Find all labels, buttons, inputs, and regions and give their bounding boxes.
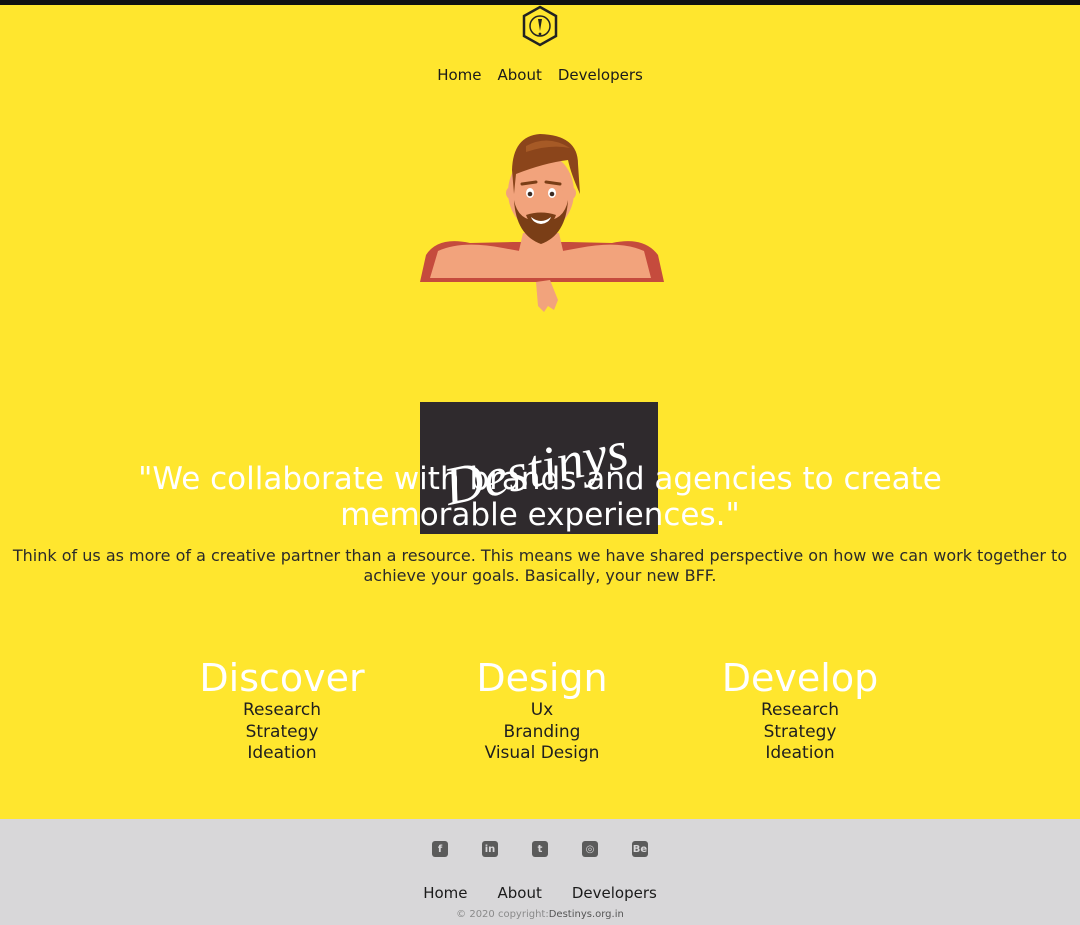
- service-item: Ideation: [247, 743, 317, 763]
- service-list: Research Strategy Ideation: [670, 700, 930, 765]
- copyright-prefix: © 2020 copyright:: [456, 909, 549, 920]
- service-list: Research Strategy Ideation: [152, 700, 412, 765]
- service-column-design: Design Ux Branding Visual Design: [412, 656, 672, 765]
- footer-developers-link[interactable]: Developers: [572, 884, 657, 902]
- service-item: Branding: [503, 721, 581, 742]
- service-title: Discover: [199, 656, 365, 700]
- behance-icon[interactable]: Be: [632, 841, 648, 857]
- service-item: Research: [243, 700, 321, 720]
- logo-icon[interactable]: [520, 5, 560, 47]
- facebook-icon[interactable]: f: [432, 841, 448, 857]
- service-item: Ux: [530, 700, 554, 720]
- service-item: Ideation: [765, 743, 835, 763]
- service-title: Design: [476, 656, 608, 700]
- service-list: Ux Branding Visual Design: [412, 700, 672, 765]
- twitter-icon[interactable]: t: [532, 841, 548, 857]
- footer-about-link[interactable]: About: [497, 884, 541, 902]
- copyright-site-link[interactable]: Destinys.org.in: [549, 909, 624, 920]
- site-footer: f in t ◎ Be Home About Developers © 2020…: [0, 819, 1080, 925]
- github-icon[interactable]: ◎: [582, 841, 598, 857]
- service-item: Strategy: [245, 721, 319, 742]
- mission-tagline: Think of us as more of a creative partne…: [12, 546, 1068, 585]
- nav-developers-link[interactable]: Developers: [558, 66, 643, 84]
- linkedin-icon[interactable]: in: [482, 841, 498, 857]
- service-item: Research: [761, 700, 839, 720]
- copyright: © 2020 copyright:Destinys.org.in: [0, 909, 1080, 920]
- social-links: f in t ◎ Be: [0, 841, 1080, 857]
- top-nav: Home About Developers: [0, 66, 1080, 84]
- nav-home-link[interactable]: Home: [437, 66, 481, 84]
- footer-nav: Home About Developers: [0, 884, 1080, 902]
- hero-illustration: Destinys: [418, 130, 664, 534]
- service-title: Develop: [721, 656, 879, 700]
- mission-quote: "We collaborate with brands and agencies…: [138, 460, 942, 533]
- service-item: Strategy: [763, 721, 837, 742]
- service-column-develop: Develop Research Strategy Ideation: [670, 656, 930, 765]
- service-item: Visual Design: [484, 743, 600, 763]
- service-column-discover: Discover Research Strategy Ideation: [152, 656, 412, 765]
- footer-home-link[interactable]: Home: [423, 884, 467, 902]
- nav-about-link[interactable]: About: [497, 66, 541, 84]
